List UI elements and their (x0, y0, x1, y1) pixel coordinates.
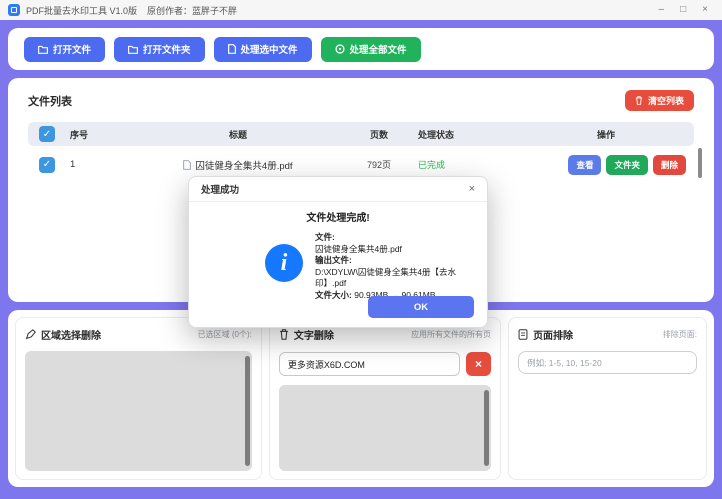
open-folder-label: 打开文件夹 (143, 42, 191, 56)
file-label: 文件: (315, 232, 335, 242)
region-preview-area[interactable] (25, 351, 252, 471)
page-panel-title: 页面排除 (533, 327, 573, 342)
output-value: D:\XDYLW\囚徒健身全集共4册【去水印】.pdf (315, 267, 456, 289)
window-author: 原创作者：蓝胖子不胖 (147, 4, 237, 17)
folder-open-icon (128, 45, 138, 54)
select-all-checkbox[interactable]: ✓ (39, 126, 55, 142)
file-icon (228, 44, 236, 54)
process-selected-button[interactable]: 处理选中文件 (214, 37, 312, 62)
text-scrollbar[interactable] (484, 390, 489, 466)
table-header: ✓ 序号 标题 页数 处理状态 操作 (28, 122, 694, 146)
list-scrollbar[interactable] (698, 148, 702, 178)
app-logo-icon (8, 4, 20, 16)
file-value: 囚徒健身全集共4册.pdf (315, 244, 402, 254)
document-icon (183, 160, 191, 170)
ok-button[interactable]: OK (368, 296, 474, 318)
dialog-title: 处理成功 (201, 182, 239, 196)
row-filename: 囚徒健身全集共4册.pdf (195, 158, 292, 172)
page-exclude-panel: 页面排除 排除页面: (508, 317, 707, 480)
row-pages: 792页 (340, 158, 418, 171)
text-panel-hint: 应用所有文件的所有页 (411, 329, 491, 340)
clear-list-button[interactable]: 清空列表 (625, 90, 694, 111)
window-title: PDF批量去水印工具 V1.0版 (26, 4, 137, 17)
dialog-message: 文件: 囚徒健身全集共4册.pdf 输出文件: D:\XDYLW\囚徒健身全集共… (315, 232, 473, 301)
title-bar: PDF批量去水印工具 V1.0版 原创作者：蓝胖子不胖 – □ × (0, 0, 722, 20)
page-panel-hint: 排除页面: (663, 329, 697, 340)
text-delete-panel: 文字删除 应用所有文件的所有页 × (269, 317, 501, 480)
process-icon (335, 44, 345, 54)
row-checkbox[interactable]: ✓ (39, 157, 55, 173)
page-exclude-input[interactable] (518, 351, 697, 374)
process-all-label: 处理全部文件 (350, 42, 407, 56)
delete-button[interactable]: 删除 (653, 155, 686, 175)
success-dialog: 处理成功 × 文件处理完成! i 文件: 囚徒健身全集共4册.pdf 输出文件:… (188, 176, 488, 328)
output-label: 输出文件: (315, 255, 352, 265)
open-location-button[interactable]: 文件夹 (606, 155, 648, 175)
row-status: 已完成 (418, 160, 445, 170)
text-panel-title: 文字删除 (294, 327, 334, 342)
column-title: 标题 (136, 128, 340, 141)
clear-list-label: 清空列表 (648, 94, 684, 107)
open-file-label: 打开文件 (53, 42, 91, 56)
check-icon: ✓ (43, 159, 51, 170)
watermark-text-input[interactable] (279, 352, 460, 376)
remove-text-button[interactable]: × (466, 352, 491, 376)
view-button[interactable]: 查看 (568, 155, 601, 175)
region-delete-panel: 区域选择删除 已选区域 (0个): (15, 317, 262, 480)
check-icon: ✓ (43, 129, 51, 140)
region-scrollbar[interactable] (245, 356, 250, 466)
column-status: 处理状态 (418, 128, 526, 141)
trash-icon (635, 96, 643, 105)
close-button[interactable]: × (702, 5, 708, 15)
process-selected-label: 处理选中文件 (241, 42, 298, 56)
bottom-panels: 区域选择删除 已选区域 (0个): 文字删除 应用所有文件的所有页 × 页面排除… (8, 310, 714, 487)
process-all-button[interactable]: 处理全部文件 (321, 37, 421, 62)
minimize-button[interactable]: – (659, 5, 665, 15)
dialog-close-icon[interactable]: × (469, 183, 475, 195)
maximize-button[interactable]: □ (680, 5, 686, 15)
folder-icon (38, 45, 48, 54)
text-delete-icon (279, 329, 289, 340)
region-panel-title: 区域选择删除 (41, 327, 101, 342)
open-file-button[interactable]: 打开文件 (24, 37, 105, 62)
region-panel-hint: 已选区域 (0个): (198, 329, 252, 340)
dialog-heading: 文件处理完成! (189, 209, 487, 224)
row-index: 1 (66, 159, 136, 170)
open-folder-button[interactable]: 打开文件夹 (114, 37, 205, 62)
region-select-icon (25, 329, 36, 340)
file-list-title: 文件列表 (28, 93, 72, 109)
column-index: 序号 (66, 128, 136, 141)
info-icon: i (265, 244, 303, 282)
page-exclude-icon (518, 329, 528, 340)
text-list-area[interactable] (279, 385, 491, 471)
column-pages: 页数 (340, 128, 418, 141)
size-label: 文件大小: (315, 290, 352, 300)
toolbar: 打开文件 打开文件夹 处理选中文件 处理全部文件 (8, 28, 714, 70)
column-actions: 操作 (526, 128, 694, 141)
